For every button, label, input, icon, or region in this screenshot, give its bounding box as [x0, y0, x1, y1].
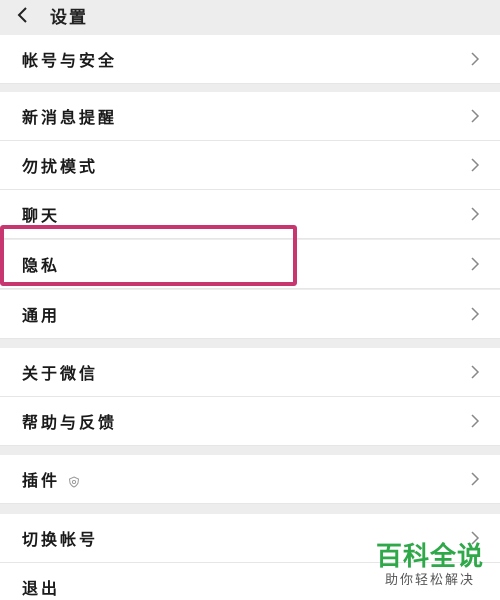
watermark-subtitle: 助你轻松解决 [384, 573, 475, 588]
settings-item-general[interactable]: 通用 [0, 290, 500, 339]
settings-item-label: 帮助与反馈 [22, 413, 118, 432]
page-title: 设置 [50, 8, 88, 28]
chevron-right-icon [471, 365, 480, 379]
settings-item-label: 新消息提醒 [22, 108, 118, 127]
chevron-right-icon [471, 109, 480, 123]
settings-item-about-wechat[interactable]: 关于微信 [0, 348, 500, 397]
settings-item-label: 退出 [22, 579, 61, 598]
chevron-right-icon [471, 52, 480, 66]
watermark-title: 百科全说 [375, 542, 484, 572]
chevron-right-icon [471, 472, 480, 486]
settings-item-do-not-disturb[interactable]: 勿扰模式 [0, 141, 500, 190]
chevron-right-icon [471, 158, 480, 172]
settings-item-label: 聊天 [22, 206, 61, 225]
chevron-right-icon [471, 207, 480, 221]
settings-item-label: 切换帐号 [22, 530, 99, 549]
settings-item-privacy[interactable]: 隐私 [0, 240, 500, 289]
settings-item-new-message-notify[interactable]: 新消息提醒 [0, 92, 500, 141]
settings-item-chat[interactable]: 聊天 [0, 190, 500, 239]
settings-item-plugins[interactable]: 插件 [0, 455, 500, 504]
settings-item-label: 隐私 [22, 256, 61, 275]
settings-item-label: 勿扰模式 [22, 157, 99, 176]
chevron-right-icon [471, 257, 480, 271]
settings-item-label: 插件 [22, 467, 80, 491]
plugin-shield-icon [68, 475, 80, 488]
settings-item-label: 通用 [22, 306, 61, 325]
chevron-left-icon[interactable] [14, 6, 32, 24]
chevron-right-icon [471, 307, 480, 321]
top-bar: 设置 [0, 0, 500, 33]
settings-item-account-security[interactable]: 帐号与安全 [0, 35, 500, 84]
settings-item-label: 关于微信 [22, 364, 99, 383]
settings-page: 设置 帐号与安全 新消息提醒 勿扰模式 聊天 隐私 通用 关于微信 帮助与反馈 … [0, 0, 500, 600]
plugins-label: 插件 [22, 471, 61, 490]
watermark: 百科全说 助你轻松解决 [376, 542, 484, 590]
chevron-right-icon [471, 414, 480, 428]
settings-item-label: 帐号与安全 [22, 51, 118, 70]
settings-item-help-feedback[interactable]: 帮助与反馈 [0, 397, 500, 446]
